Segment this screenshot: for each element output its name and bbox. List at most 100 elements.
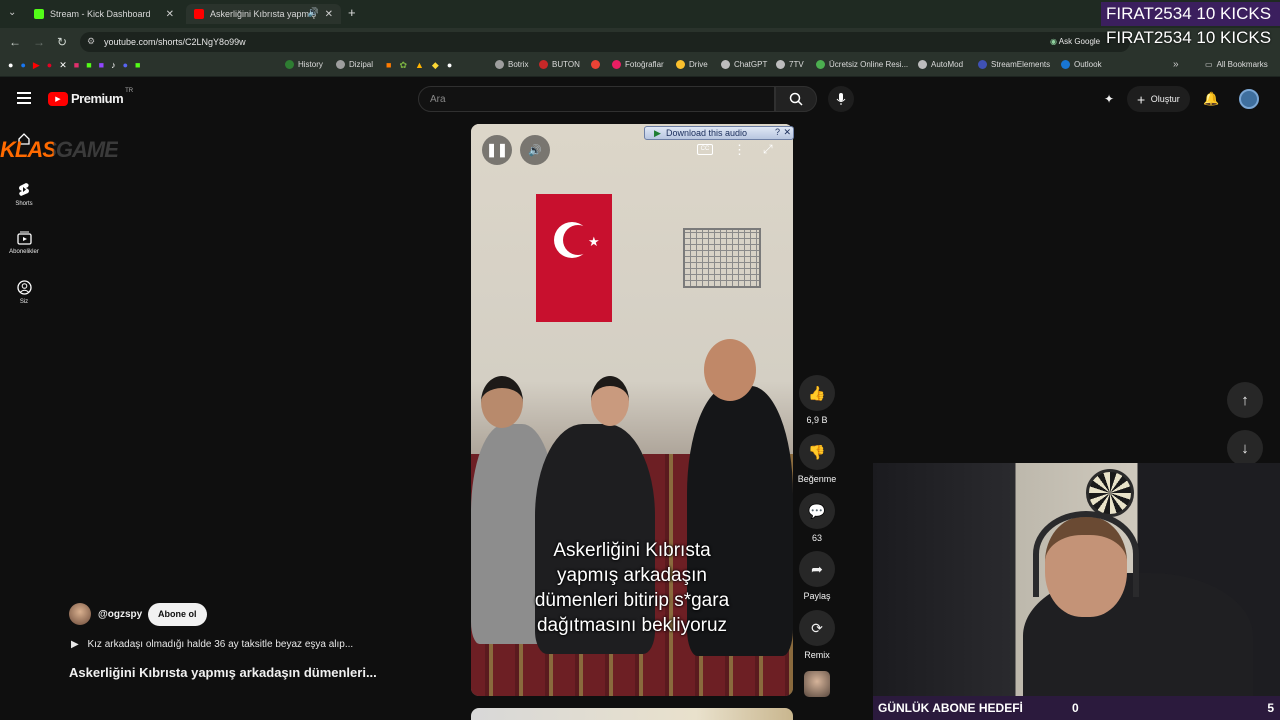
close-icon[interactable]: ✕ [325, 9, 333, 20]
dislike-button[interactable]: 👎 Beğenme [792, 434, 842, 484]
history-icon [285, 60, 294, 69]
bookmark-dizipal[interactable]: Dizipal [336, 60, 373, 69]
more-bookmarks-icon[interactable]: » [1173, 59, 1179, 70]
bookmark-streamelements[interactable]: StreamElements [978, 60, 1050, 69]
next-video-preview[interactable] [471, 708, 793, 720]
leaf-icon[interactable]: ✿ [399, 60, 415, 70]
subscriber-goal-bar: GÜNLÜK ABONE HEDEFİ 0 5 [873, 696, 1280, 720]
app-icon[interactable]: ■ [135, 60, 147, 70]
tiktok-icon[interactable]: ♪ [111, 60, 123, 70]
search-button[interactable] [775, 86, 817, 112]
bookmark-label: Botrix [508, 60, 529, 69]
bookmark-botrix[interactable]: Botrix [495, 60, 528, 69]
volume-button[interactable]: 🔊 [520, 135, 550, 165]
k-icon[interactable]: ■ [386, 60, 399, 70]
notifications-icon[interactable]: 🔔 [1203, 91, 1219, 107]
share-label: Paylaş [803, 591, 831, 601]
more-options-icon[interactable]: ⋮ [733, 142, 746, 158]
captions-button[interactable]: CC [697, 144, 713, 155]
fox-icon[interactable]: ▲ [415, 60, 432, 70]
share-button[interactable]: ➦ Paylaş [797, 551, 837, 601]
tab-search-icon[interactable]: ⌄ [8, 7, 16, 18]
bookmark-gmail[interactable] [591, 60, 604, 69]
plus-icon: + [1137, 91, 1146, 108]
sidebar-item-shorts[interactable]: Shorts [0, 182, 48, 207]
sound-thumbnail[interactable] [804, 671, 830, 697]
remix-button[interactable]: ⟳ Remix [797, 610, 837, 660]
download-label[interactable]: Download this audio [666, 128, 747, 138]
next-short-button[interactable]: ↓ [1227, 430, 1263, 466]
browser-tab-bar: ⌄ Stream - Kick Dashboard ✕ Askerliğini … [0, 0, 1280, 28]
person-middle-head [591, 376, 629, 426]
search-input[interactable]: Ara [418, 86, 775, 112]
reload-icon[interactable]: ↻ [57, 35, 67, 49]
kick-icon[interactable]: ■ [86, 60, 98, 70]
sidebar-item-you[interactable]: Siz [0, 280, 48, 305]
ask-google-chip[interactable]: ◉ Ask Google [1044, 34, 1107, 50]
youtube-play-logo-icon: ▶ [48, 91, 68, 106]
outlook-icon [1061, 60, 1070, 69]
pinterest-icon[interactable]: ● [47, 60, 59, 70]
short-video-player[interactable]: ★ Askerliğini Kıbrısta yapmış arkadaşın … [471, 124, 793, 696]
subscribe-label: Abone ol [158, 609, 197, 619]
tab-title: Stream - Kick Dashboard [50, 9, 151, 19]
google-icon[interactable]: ● [8, 60, 20, 70]
sidebar-item-subscriptions[interactable]: Abonelikler [0, 231, 48, 255]
related-video-link[interactable]: ▶ Kız arkadaşı olmadığı halde 36 ay taks… [71, 639, 353, 650]
help-icon[interactable]: ? [775, 127, 780, 137]
turkish-flag: ★ [536, 194, 612, 322]
all-bookmarks-folder[interactable]: ▭ All Bookmarks [1205, 60, 1268, 69]
previous-short-button[interactable]: ↑ [1227, 382, 1263, 418]
close-icon[interactable]: ✕ [166, 9, 174, 20]
url-box[interactable]: ⚙ youtube.com/shorts/C2LNgY8o99w [80, 32, 1130, 52]
channel-avatar[interactable] [69, 603, 91, 625]
twitch-icon[interactable]: ■ [99, 60, 111, 70]
youtube-favicon-icon [194, 9, 204, 19]
bookmark-history[interactable]: History [285, 60, 323, 69]
bookmark-automod[interactable]: AutoMod [918, 60, 963, 69]
x-icon[interactable]: ✕ [59, 60, 74, 70]
all-bookmarks-label: All Bookmarks [1216, 60, 1268, 69]
comments-button[interactable]: 💬 63 [797, 493, 837, 543]
botrix-icon [495, 60, 504, 69]
menu-icon[interactable] [17, 92, 31, 104]
lens-icon: ◉ [1050, 37, 1057, 46]
bookmark-chatgpt[interactable]: ChatGPT [721, 60, 767, 69]
instagram-icon[interactable]: ■ [74, 60, 86, 70]
pause-icon: ❚❚ [486, 142, 508, 157]
back-icon[interactable]: ← [9, 35, 21, 49]
site-info-icon[interactable]: ⚙ [87, 36, 95, 47]
discord-icon[interactable]: ● [123, 60, 135, 70]
fullscreen-icon[interactable]: ⤢ [763, 142, 773, 157]
drive-icon [676, 60, 685, 69]
download-audio-bar[interactable]: ▶ Download this audio ? ✕ [644, 126, 794, 140]
facebook-icon[interactable]: ● [20, 60, 32, 70]
region-code: TR [125, 87, 134, 94]
close-icon[interactable]: ✕ [783, 127, 791, 138]
record-icon[interactable]: ● [447, 60, 460, 70]
subscribe-button[interactable]: Abone ol [148, 603, 207, 626]
url-text[interactable]: youtube.com/shorts/C2LNgY8o99w [104, 37, 246, 47]
tab-youtube-short[interactable]: Askerliğini Kıbrısta yapmış 🔊 ✕ [186, 4, 341, 24]
bookmark-7tv[interactable]: 7TV [776, 60, 804, 69]
voice-search-button[interactable] [828, 86, 854, 112]
bolt-icon[interactable]: ◆ [432, 60, 447, 70]
create-button[interactable]: + Oluştur [1127, 86, 1190, 112]
forward-icon[interactable]: → [33, 35, 45, 49]
short-title[interactable]: Askerliğini Kıbrısta yapmış arkadaşın dü… [69, 665, 377, 680]
channel-name[interactable]: @ogzspy [98, 609, 142, 620]
bookmark-outlook[interactable]: Outlook [1061, 60, 1102, 69]
bookmark-drive[interactable]: Drive [676, 60, 708, 69]
new-tab-button[interactable]: + [348, 5, 356, 20]
bookmark-buton[interactable]: BUTON [539, 60, 580, 69]
tab-kick-dashboard[interactable]: Stream - Kick Dashboard ✕ [26, 4, 182, 24]
audio-playing-icon[interactable]: 🔊 [308, 7, 319, 18]
avatar[interactable] [1239, 89, 1259, 109]
youtube-icon[interactable]: ▶ [33, 60, 47, 70]
youtube-logo[interactable]: ▶ Premium TR [48, 87, 134, 106]
pause-button[interactable]: ❚❚ [482, 135, 512, 165]
like-button[interactable]: 👍 6,9 B [797, 375, 837, 425]
customize-icon[interactable]: ✦ [1104, 92, 1114, 106]
bookmark-resim[interactable]: Ücretsiz Online Resi... [816, 60, 908, 69]
bookmark-photos[interactable]: Fotoğraflar [612, 60, 664, 69]
